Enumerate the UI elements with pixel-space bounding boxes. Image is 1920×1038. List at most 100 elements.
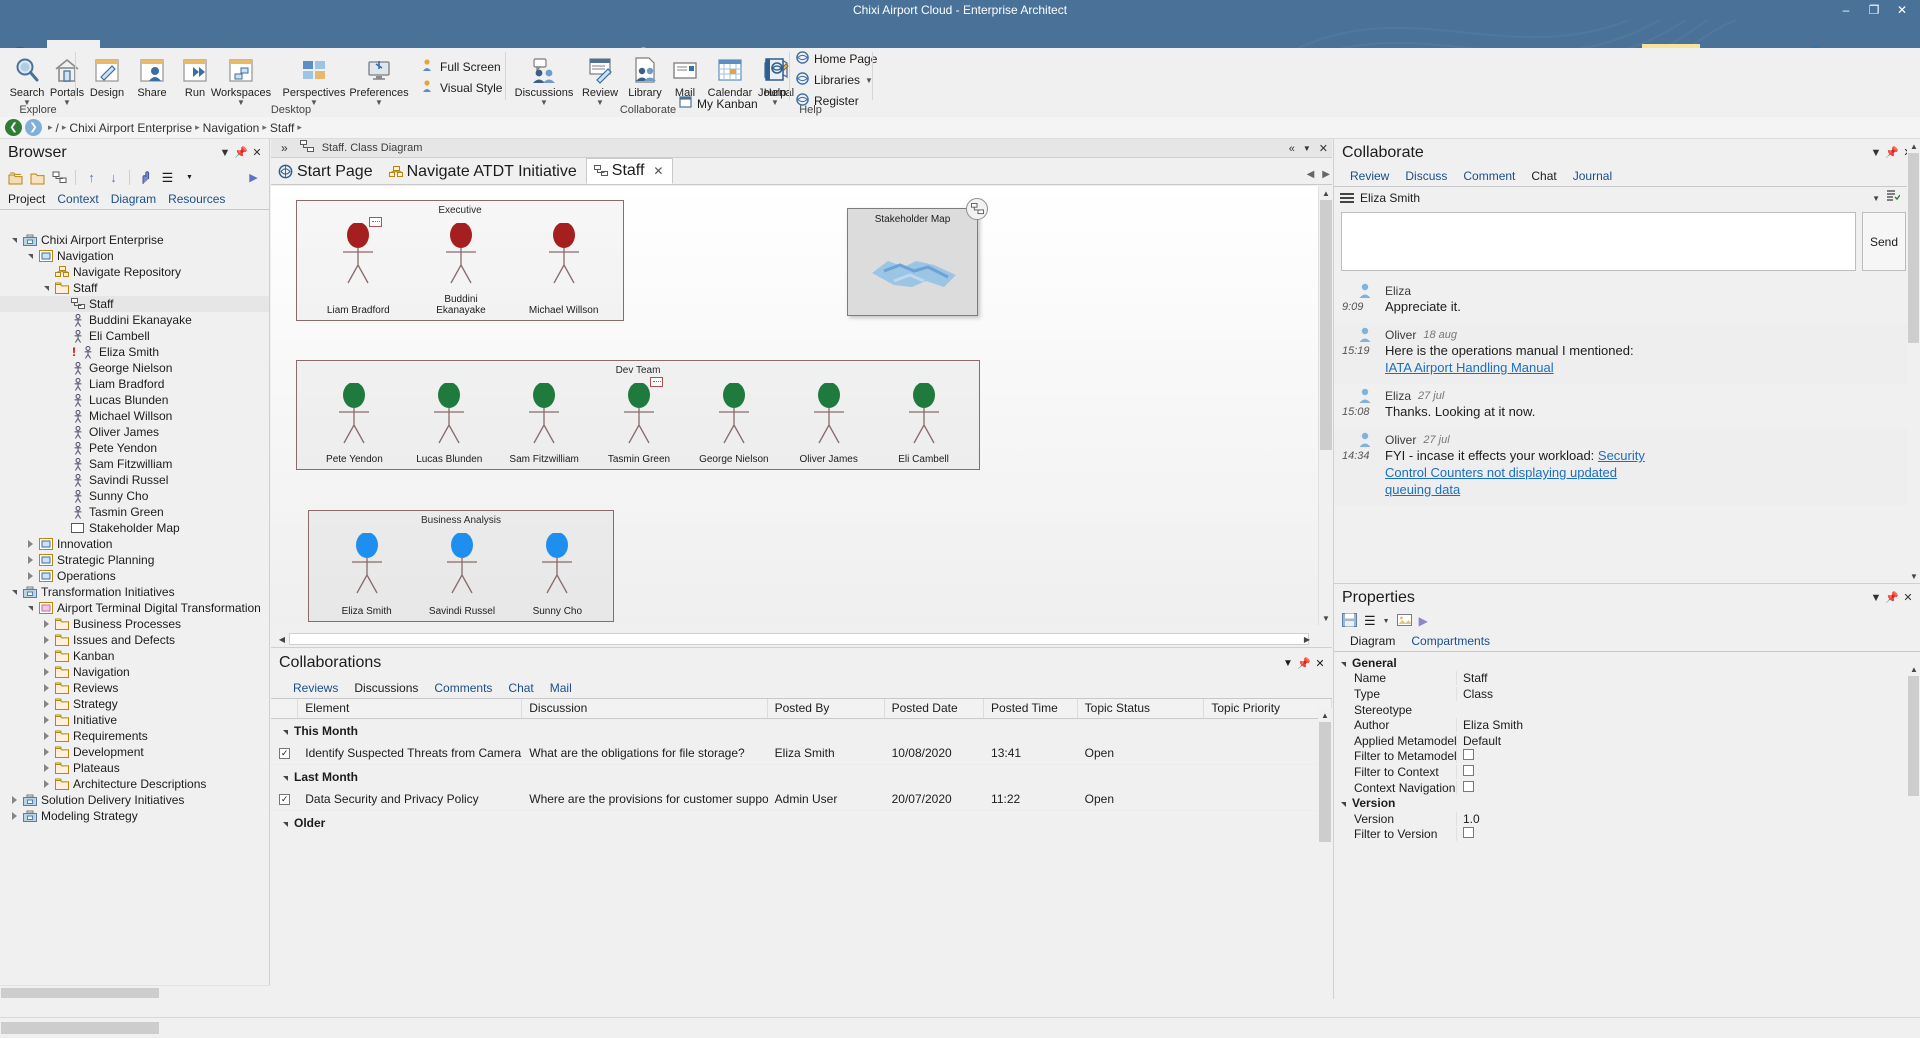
collaborate-tab-review[interactable]: Review [1342, 169, 1397, 186]
my-kanban-button[interactable]: My Kanban [679, 96, 758, 111]
tree-item[interactable]: Navigation [0, 248, 269, 264]
properties-pin-icon[interactable]: 📌 [1884, 590, 1900, 606]
diagram-actor[interactable]: Eli Cambell [886, 383, 962, 465]
collaborate-tab-journal[interactable]: Journal [1565, 169, 1620, 186]
tree-item[interactable]: Transformation Initiatives [0, 584, 269, 600]
breadcrumb-root[interactable]: / [53, 121, 62, 135]
browser-horizontal-scrollbar[interactable] [0, 985, 270, 999]
tree-item[interactable]: Strategy [0, 696, 269, 712]
property-row[interactable]: Filter to Context [1334, 764, 1920, 780]
preferences-button[interactable]: Preferences ▼ [346, 51, 412, 106]
tree-item[interactable]: Solution Delivery Initiatives [0, 792, 269, 808]
tree-item[interactable]: Plateaus [0, 760, 269, 776]
browser-menu-icon[interactable]: ▼ [217, 145, 233, 161]
property-row[interactable]: Filter to Metamodel [1334, 749, 1920, 765]
tree-collapse-icon[interactable] [40, 286, 53, 291]
collaborations-close-icon[interactable]: ✕ [1312, 655, 1328, 671]
chat-link[interactable]: Security Control Counters not displaying… [1385, 448, 1645, 497]
section-collapse-icon[interactable] [1341, 656, 1346, 670]
diagram-actor[interactable]: George Nielson [696, 383, 772, 465]
property-row[interactable]: Filter to Version [1334, 827, 1920, 843]
breadcrumb-item-chixi-airport-enterprise[interactable]: Chixi Airport Enterprise [66, 121, 195, 135]
canvas-vertical-scrollbar[interactable]: ▲ ▼ [1318, 186, 1332, 625]
chat-send-button[interactable]: Send [1862, 212, 1906, 271]
chat-scroll-up-icon[interactable]: ▲ [1907, 139, 1920, 153]
properties-tab-compartments[interactable]: Compartments [1403, 634, 1498, 651]
stakeholder-map-badge-icon[interactable] [966, 198, 988, 220]
tree-collapse-icon[interactable] [8, 238, 21, 243]
property-checkbox[interactable] [1463, 749, 1474, 760]
tree-item[interactable]: Reviews [0, 680, 269, 696]
tree-item[interactable]: Oliver James [0, 424, 269, 440]
collaborations-pin-icon[interactable]: 📌 [1296, 655, 1312, 671]
tree-collapse-icon[interactable] [24, 606, 37, 611]
move-up-icon[interactable]: ↑ [82, 168, 101, 187]
browser-expand-icon[interactable]: ▶ [244, 168, 263, 187]
doc-tab-next-icon[interactable]: ▶ [1322, 169, 1330, 180]
tree-item[interactable]: Issues and Defects [0, 632, 269, 648]
tree-item[interactable]: Navigate Repository [0, 264, 269, 280]
tree-item[interactable]: Operations [0, 568, 269, 584]
props-vscroll-thumb[interactable] [1908, 676, 1919, 796]
browser-close-icon[interactable]: ✕ [249, 145, 265, 161]
visual-style-button[interactable]: Visual Style [421, 79, 502, 96]
collaborate-tab-discuss[interactable]: Discuss [1397, 169, 1455, 186]
property-row[interactable]: Stereotype [1334, 702, 1920, 718]
tree-item[interactable]: Requirements [0, 728, 269, 744]
canvas-scroll-up-icon[interactable]: ▲ [1319, 186, 1333, 200]
properties-menu-icon[interactable]: ▼ [1868, 590, 1884, 606]
diagram-group-business-analysis[interactable]: Business AnalysisEliza SmithSavindi Russ… [308, 510, 614, 622]
open-package-icon[interactable] [28, 168, 47, 187]
actor-note-icon[interactable] [650, 377, 663, 387]
tree-collapse-icon[interactable] [24, 254, 37, 259]
property-value[interactable] [1456, 781, 1920, 795]
group-collapse-icon[interactable] [283, 724, 288, 738]
tree-item[interactable]: Staff [0, 280, 269, 296]
home-page-button[interactable]: Home Page [796, 51, 877, 67]
browser-options-caret-icon[interactable]: ▼ [180, 168, 199, 187]
tree-item[interactable]: Sunny Cho [0, 488, 269, 504]
property-checkbox[interactable] [1463, 765, 1474, 776]
diagram-actor[interactable]: Tasmin Green [601, 383, 677, 465]
help-button[interactable]: Help ▼ [756, 51, 794, 106]
tree-expand-icon[interactable] [40, 748, 53, 756]
diagram-actor[interactable]: Lucas Blunden [411, 383, 487, 465]
collaborations-tab-comments[interactable]: Comments [426, 681, 500, 698]
properties-run-icon[interactable]: ▶ [1419, 614, 1428, 628]
diagram-expand-icon[interactable]: » [277, 141, 292, 155]
actor-note-icon[interactable] [369, 217, 382, 227]
diagram-actor[interactable]: Pete Yendon [316, 383, 392, 465]
full-screen-button[interactable]: Full Screen [421, 58, 501, 75]
property-value[interactable]: Default [1456, 734, 1920, 748]
tree-expand-icon[interactable] [40, 716, 53, 724]
diagram-group-dev-team[interactable]: Dev TeamPete YendonLucas BlundenSam Fitz… [296, 360, 980, 470]
chat-target-selector[interactable]: Eliza Smith ▼ ▼ [1334, 187, 1920, 209]
close-button[interactable]: ✕ [1888, 0, 1916, 20]
document-tab-navigate-atdt-initiative[interactable]: Navigate ATDT Initiative [382, 159, 586, 184]
tree-item[interactable]: Initiative [0, 712, 269, 728]
tree-item[interactable]: Sam Fitzwilliam [0, 456, 269, 472]
tree-item[interactable]: Staff [0, 296, 269, 312]
column-header-posted-time[interactable]: Posted Time [984, 699, 1078, 718]
tree-item[interactable]: Modeling Strategy [0, 808, 269, 824]
tree-item[interactable]: Savindi Russel [0, 472, 269, 488]
breadcrumb-item-staff[interactable]: Staff [267, 121, 297, 135]
collaborate-pin-icon[interactable]: 📌 [1884, 145, 1900, 161]
properties-list-icon[interactable]: ☰ [1364, 613, 1376, 629]
tree-item[interactable]: Buddini Ekanayake [0, 312, 269, 328]
tree-item[interactable]: Liam Bradford [0, 376, 269, 392]
tree-expand-icon[interactable] [8, 812, 21, 820]
tree-expand-icon[interactable] [40, 732, 53, 740]
group-collapse-icon[interactable] [283, 816, 288, 830]
tree-expand-icon[interactable] [24, 540, 37, 548]
chat-scroll-down-icon[interactable]: ▼ [1907, 569, 1920, 583]
chat-vertical-scrollbar[interactable]: ▲ ▼ [1907, 139, 1920, 583]
property-value[interactable]: Class [1456, 687, 1920, 701]
tree-expand-icon[interactable] [40, 684, 53, 692]
diagram-menu-icon[interactable]: ▼ [1303, 144, 1311, 153]
chat-link[interactable]: IATA Airport Handling Manual [1385, 360, 1554, 375]
collaborations-tab-chat[interactable]: Chat [500, 681, 541, 698]
canvas-scroll-down-icon[interactable]: ▼ [1319, 611, 1333, 625]
chat-compose-input[interactable] [1341, 212, 1856, 271]
scrollbar-thumb[interactable] [1, 988, 159, 998]
